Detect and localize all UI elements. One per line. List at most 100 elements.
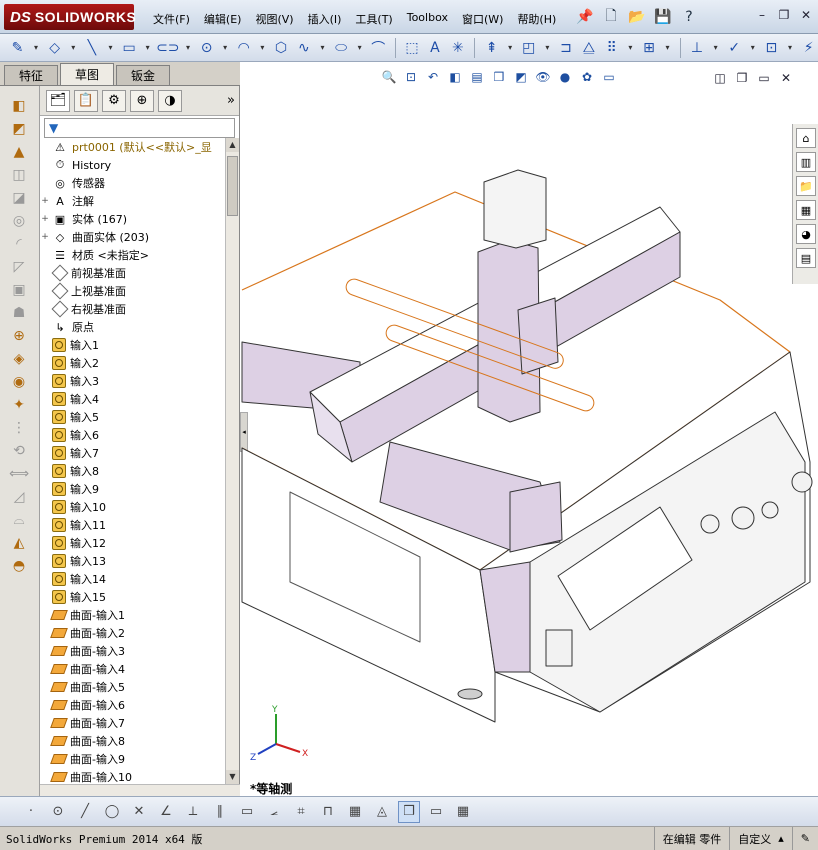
open-icon[interactable]: 📂 bbox=[627, 7, 647, 27]
mirror-icon[interactable]: ⧋ bbox=[579, 37, 598, 59]
property-manager-icon[interactable]: 📋 bbox=[74, 89, 98, 112]
dropdown-arrow-icon[interactable]: ▾ bbox=[105, 37, 115, 59]
revolve-boss-icon[interactable]: ◩ bbox=[4, 118, 34, 140]
tree-item-import[interactable]: 输入9 bbox=[40, 480, 224, 498]
graphics-area[interactable]: 🔍 ⊡ ↶ ◧ ▤ ❒ ◩ 👁 ● ✿ ▭ ◫ ❐ ▭ ✕ ◂ Y X Z ⌂ … bbox=[240, 62, 818, 796]
tree-item-import[interactable]: 输入8 bbox=[40, 462, 224, 480]
chamfer-icon[interactable]: ◸ bbox=[4, 256, 34, 278]
window-tile-grid-icon[interactable]: ▦ bbox=[452, 801, 474, 823]
line-icon[interactable]: ╲ bbox=[82, 37, 101, 59]
dropdown-arrow-icon[interactable]: ▾ bbox=[183, 37, 193, 59]
units-selector[interactable]: 自定义 ▴ bbox=[729, 827, 792, 850]
tree-item-surface-import[interactable]: 曲面-输入1 bbox=[40, 606, 224, 624]
pin-icon[interactable]: 📌 bbox=[575, 7, 595, 27]
move-entities-icon[interactable]: ⊞ bbox=[640, 37, 659, 59]
offset-icon[interactable]: ⊐ bbox=[557, 37, 576, 59]
sweep-cut-icon[interactable]: ◎ bbox=[4, 210, 34, 232]
dome-icon[interactable]: ⌓ bbox=[4, 509, 34, 531]
menu-edit[interactable]: 编辑(E) bbox=[197, 9, 249, 29]
dropdown-arrow-icon[interactable]: ▾ bbox=[31, 37, 41, 59]
restore-icon[interactable]: ❐ bbox=[776, 7, 792, 23]
display-relations-icon[interactable]: ⊥ bbox=[688, 37, 707, 59]
hole-wizard-icon[interactable]: ⊕ bbox=[4, 325, 34, 347]
fillet-feature-icon[interactable]: ◜ bbox=[4, 233, 34, 255]
tree-item-import[interactable]: 输入14 bbox=[40, 570, 224, 588]
tree-item-import[interactable]: 输入1 bbox=[40, 336, 224, 354]
display-manager-icon[interactable]: ◑ bbox=[158, 89, 182, 112]
tree-item-surface-import[interactable]: 曲面-输入3 bbox=[40, 642, 224, 660]
dropdown-arrow-icon[interactable]: ▾ bbox=[355, 37, 365, 59]
reference-geometry-icon[interactable]: ◈ bbox=[4, 348, 34, 370]
tree-item[interactable]: + ◇ 曲面实体 (203) bbox=[40, 228, 224, 246]
tree-item[interactable]: + ▣ 实体 (167) bbox=[40, 210, 224, 228]
angle-snap-icon[interactable]: ◬ bbox=[371, 801, 393, 823]
extrude-cut-icon[interactable]: ◫ bbox=[4, 164, 34, 186]
linear-pattern-feature-icon[interactable]: ⋮ bbox=[4, 417, 34, 439]
dropdown-arrow-icon[interactable]: ▾ bbox=[710, 37, 720, 59]
tree-item-surface-import[interactable]: 曲面-输入6 bbox=[40, 696, 224, 714]
dropdown-arrow-icon[interactable]: ▾ bbox=[505, 37, 515, 59]
grid-snap-icon[interactable]: ⌗ bbox=[290, 801, 312, 823]
revolve-cut-icon[interactable]: ◪ bbox=[4, 187, 34, 209]
parallel-icon[interactable]: ∥ bbox=[209, 801, 231, 823]
point-icon[interactable]: ✳ bbox=[448, 37, 467, 59]
sketch-icon[interactable]: ✎ bbox=[8, 37, 27, 59]
close-icon[interactable]: ✕ bbox=[798, 7, 814, 23]
tangent-icon[interactable]: ∠ bbox=[155, 801, 177, 823]
tree-item-import[interactable]: 输入12 bbox=[40, 534, 224, 552]
tree-item-import[interactable]: 输入15 bbox=[40, 588, 224, 606]
tree-item-import[interactable]: 输入5 bbox=[40, 408, 224, 426]
rectangle-icon[interactable]: ▭ bbox=[120, 37, 139, 59]
tree-item-import[interactable]: 输入7 bbox=[40, 444, 224, 462]
tree-item[interactable]: 右视基准面 bbox=[40, 300, 224, 318]
line-snap-icon[interactable]: ╱ bbox=[74, 801, 96, 823]
split-line-icon[interactable]: ◭ bbox=[4, 532, 34, 554]
horizontal-icon[interactable]: ▭ bbox=[236, 801, 258, 823]
dropdown-arrow-icon[interactable]: ▾ bbox=[748, 37, 758, 59]
tree-item-import[interactable]: 输入4 bbox=[40, 390, 224, 408]
quick-snaps-icon[interactable]: ⊡ bbox=[762, 37, 781, 59]
rib-icon[interactable]: ☗ bbox=[4, 302, 34, 324]
dropdown-arrow-icon[interactable]: ▾ bbox=[625, 37, 635, 59]
menu-insert[interactable]: 插入(I) bbox=[301, 9, 349, 29]
convert-entities-icon[interactable]: ◰ bbox=[519, 37, 538, 59]
tree-item[interactable]: ↳ 原点 bbox=[40, 318, 224, 336]
dropdown-arrow-icon[interactable]: ▾ bbox=[542, 37, 552, 59]
configuration-manager-icon[interactable]: ⚙ bbox=[102, 89, 126, 112]
tree-item[interactable]: ◎ 传感器 bbox=[40, 174, 224, 192]
length-snap-icon[interactable]: ▦ bbox=[344, 801, 366, 823]
instant3d-icon[interactable]: ✦ bbox=[4, 394, 34, 416]
rapid-sketch-icon[interactable]: ⚡ bbox=[799, 37, 818, 59]
new-document-icon[interactable]: 🗋 bbox=[601, 7, 621, 27]
tree-item-import[interactable]: 输入13 bbox=[40, 552, 224, 570]
menu-view[interactable]: 视图(V) bbox=[248, 9, 300, 29]
expand-icon[interactable]: + bbox=[40, 232, 50, 242]
extrude-boss-icon[interactable]: ◧ bbox=[4, 95, 34, 117]
draft-icon[interactable]: ◿ bbox=[4, 486, 34, 508]
smart-dimension-icon[interactable]: ◇ bbox=[45, 37, 64, 59]
tree-item-surface-import[interactable]: 曲面-输入4 bbox=[40, 660, 224, 678]
mirror-feature-icon[interactable]: ⟺ bbox=[4, 463, 34, 485]
tree-item-surface-import[interactable]: 曲面-输入2 bbox=[40, 624, 224, 642]
menu-toolbox[interactable]: Toolbox bbox=[400, 9, 455, 29]
circle-snap-icon[interactable]: ◯ bbox=[101, 801, 123, 823]
scroll-down-icon[interactable]: ▼ bbox=[226, 770, 239, 784]
text-icon[interactable]: A bbox=[425, 37, 444, 59]
polygon-icon[interactable]: ⬡ bbox=[272, 37, 291, 59]
combine-icon[interactable]: ◓ bbox=[4, 555, 34, 577]
curves-icon[interactable]: ◉ bbox=[4, 371, 34, 393]
dropdown-arrow-icon[interactable]: ▾ bbox=[143, 37, 153, 59]
tree-item-import[interactable]: 输入2 bbox=[40, 354, 224, 372]
tree-root-part[interactable]: ⚠ prt0001 (默认<<默认>_显 bbox=[40, 138, 224, 156]
center-point-icon[interactable]: ⊙ bbox=[47, 801, 69, 823]
view-palette-icon[interactable]: ▦ bbox=[796, 200, 816, 220]
tree-item[interactable]: 上视基准面 bbox=[40, 282, 224, 300]
angle-icon[interactable]: ⦟ bbox=[263, 801, 285, 823]
tree-item-import[interactable]: 输入3 bbox=[40, 372, 224, 390]
home-icon[interactable]: ⌂ bbox=[796, 128, 816, 148]
menu-window[interactable]: 窗口(W) bbox=[455, 9, 510, 29]
linear-pattern-icon[interactable]: ⠿ bbox=[602, 37, 621, 59]
quick-tips-icon[interactable]: ✎ bbox=[791, 827, 818, 850]
minimize-icon[interactable]: – bbox=[754, 7, 770, 23]
tree-filter[interactable]: ▼ bbox=[44, 118, 235, 138]
